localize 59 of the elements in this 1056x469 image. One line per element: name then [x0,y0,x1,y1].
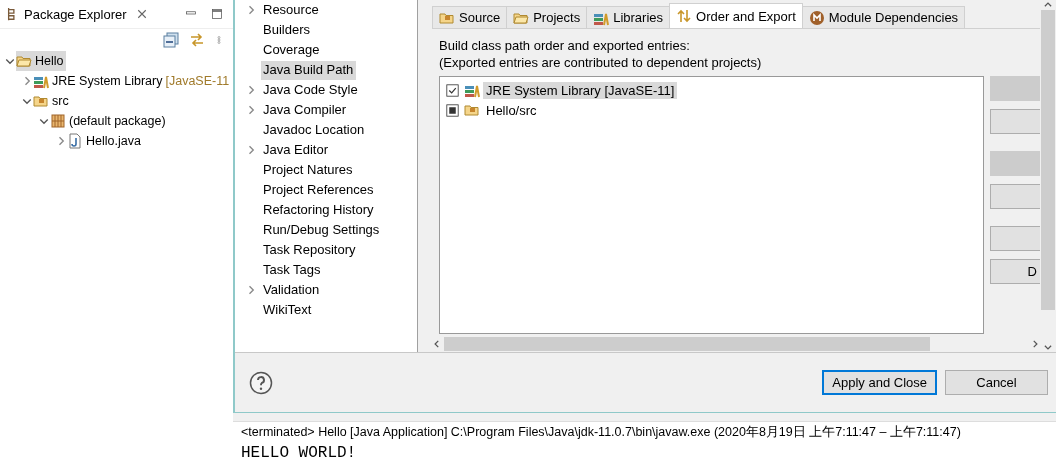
tree-label: JRE System Library [52,74,163,88]
tab[interactable]: Source [432,6,508,28]
folder-icon [464,102,480,118]
checkbox[interactable] [446,103,459,117]
arrows-icon [676,8,693,24]
vertical-scrollbar[interactable] [1040,0,1056,352]
description-text: (Exported entries are contributed to dependent projects) [439,54,763,71]
collapse-all-icon [163,32,179,48]
list-entry[interactable]: JRE System Library [JavaSE-11] [483,81,678,99]
checkbox[interactable] [446,83,459,97]
category-item[interactable]: WikiText [261,300,315,320]
category-item[interactable]: Run/Debug Settings [261,220,383,240]
close-icon [135,8,148,20]
category-item[interactable]: Project References [261,180,377,200]
category-item[interactable]: Java Build Path [261,60,357,80]
apply-button[interactable]: Apply and Close [822,370,937,395]
category-item[interactable]: Coverage [261,40,323,60]
category-item[interactable]: Java Compiler [261,100,350,120]
help-icon[interactable] [249,370,273,395]
tree-label: Hello.java [86,134,141,148]
file-icon [67,133,83,149]
category-item[interactable]: Validation [261,280,323,300]
tree-item[interactable]: Hello.java [67,131,143,151]
category-item[interactable]: Task Tags [261,260,324,280]
link-icon [189,32,205,48]
tab[interactable]: Order and Export [669,3,803,28]
category-item[interactable]: Builders [261,20,313,40]
side-button[interactable]: D [990,259,1040,284]
package-icon [50,113,66,129]
category-item[interactable]: Refactoring History [261,200,377,220]
list-entry[interactable]: Hello/src [483,101,540,119]
category-item[interactable]: Javadoc Location [261,120,368,140]
tree-item[interactable]: src [33,91,71,111]
tab[interactable]: Module Dependencies [801,6,966,28]
category-item[interactable]: Java Code Style [261,80,361,100]
folder-icon [16,53,32,69]
tree-decoration: [JavaSE-11 [165,74,230,88]
category-item[interactable]: Java Editor [261,140,332,160]
category-item[interactable]: Resource [261,0,322,20]
description-text: Build class path order and exported entries: [439,37,691,54]
side-button[interactable] [990,109,1040,134]
cancel-button[interactable]: Cancel [945,370,1048,395]
side-button[interactable] [990,226,1040,251]
console-output: HELLO WORLD! [240,443,358,464]
tree-label: src [52,94,69,108]
view-title[interactable]: Package Explorer [24,6,127,22]
tree-item[interactable]: JRE System Library [JavaSE-11 [33,71,232,91]
tree-label: Hello [35,54,64,68]
side-button[interactable] [990,184,1040,209]
tree-label: (default package) [69,114,166,128]
folder-icon [33,93,49,109]
module-icon [808,9,825,26]
maximize-icon [211,8,223,20]
category-item[interactable]: Task Repository [261,240,359,260]
tree-item[interactable]: (default package) [50,111,168,131]
tab[interactable]: Projects [506,6,588,28]
tree-item[interactable]: Hello [16,51,66,71]
tab[interactable]: Libraries [586,6,671,28]
category-item[interactable]: Project Natures [261,160,356,180]
